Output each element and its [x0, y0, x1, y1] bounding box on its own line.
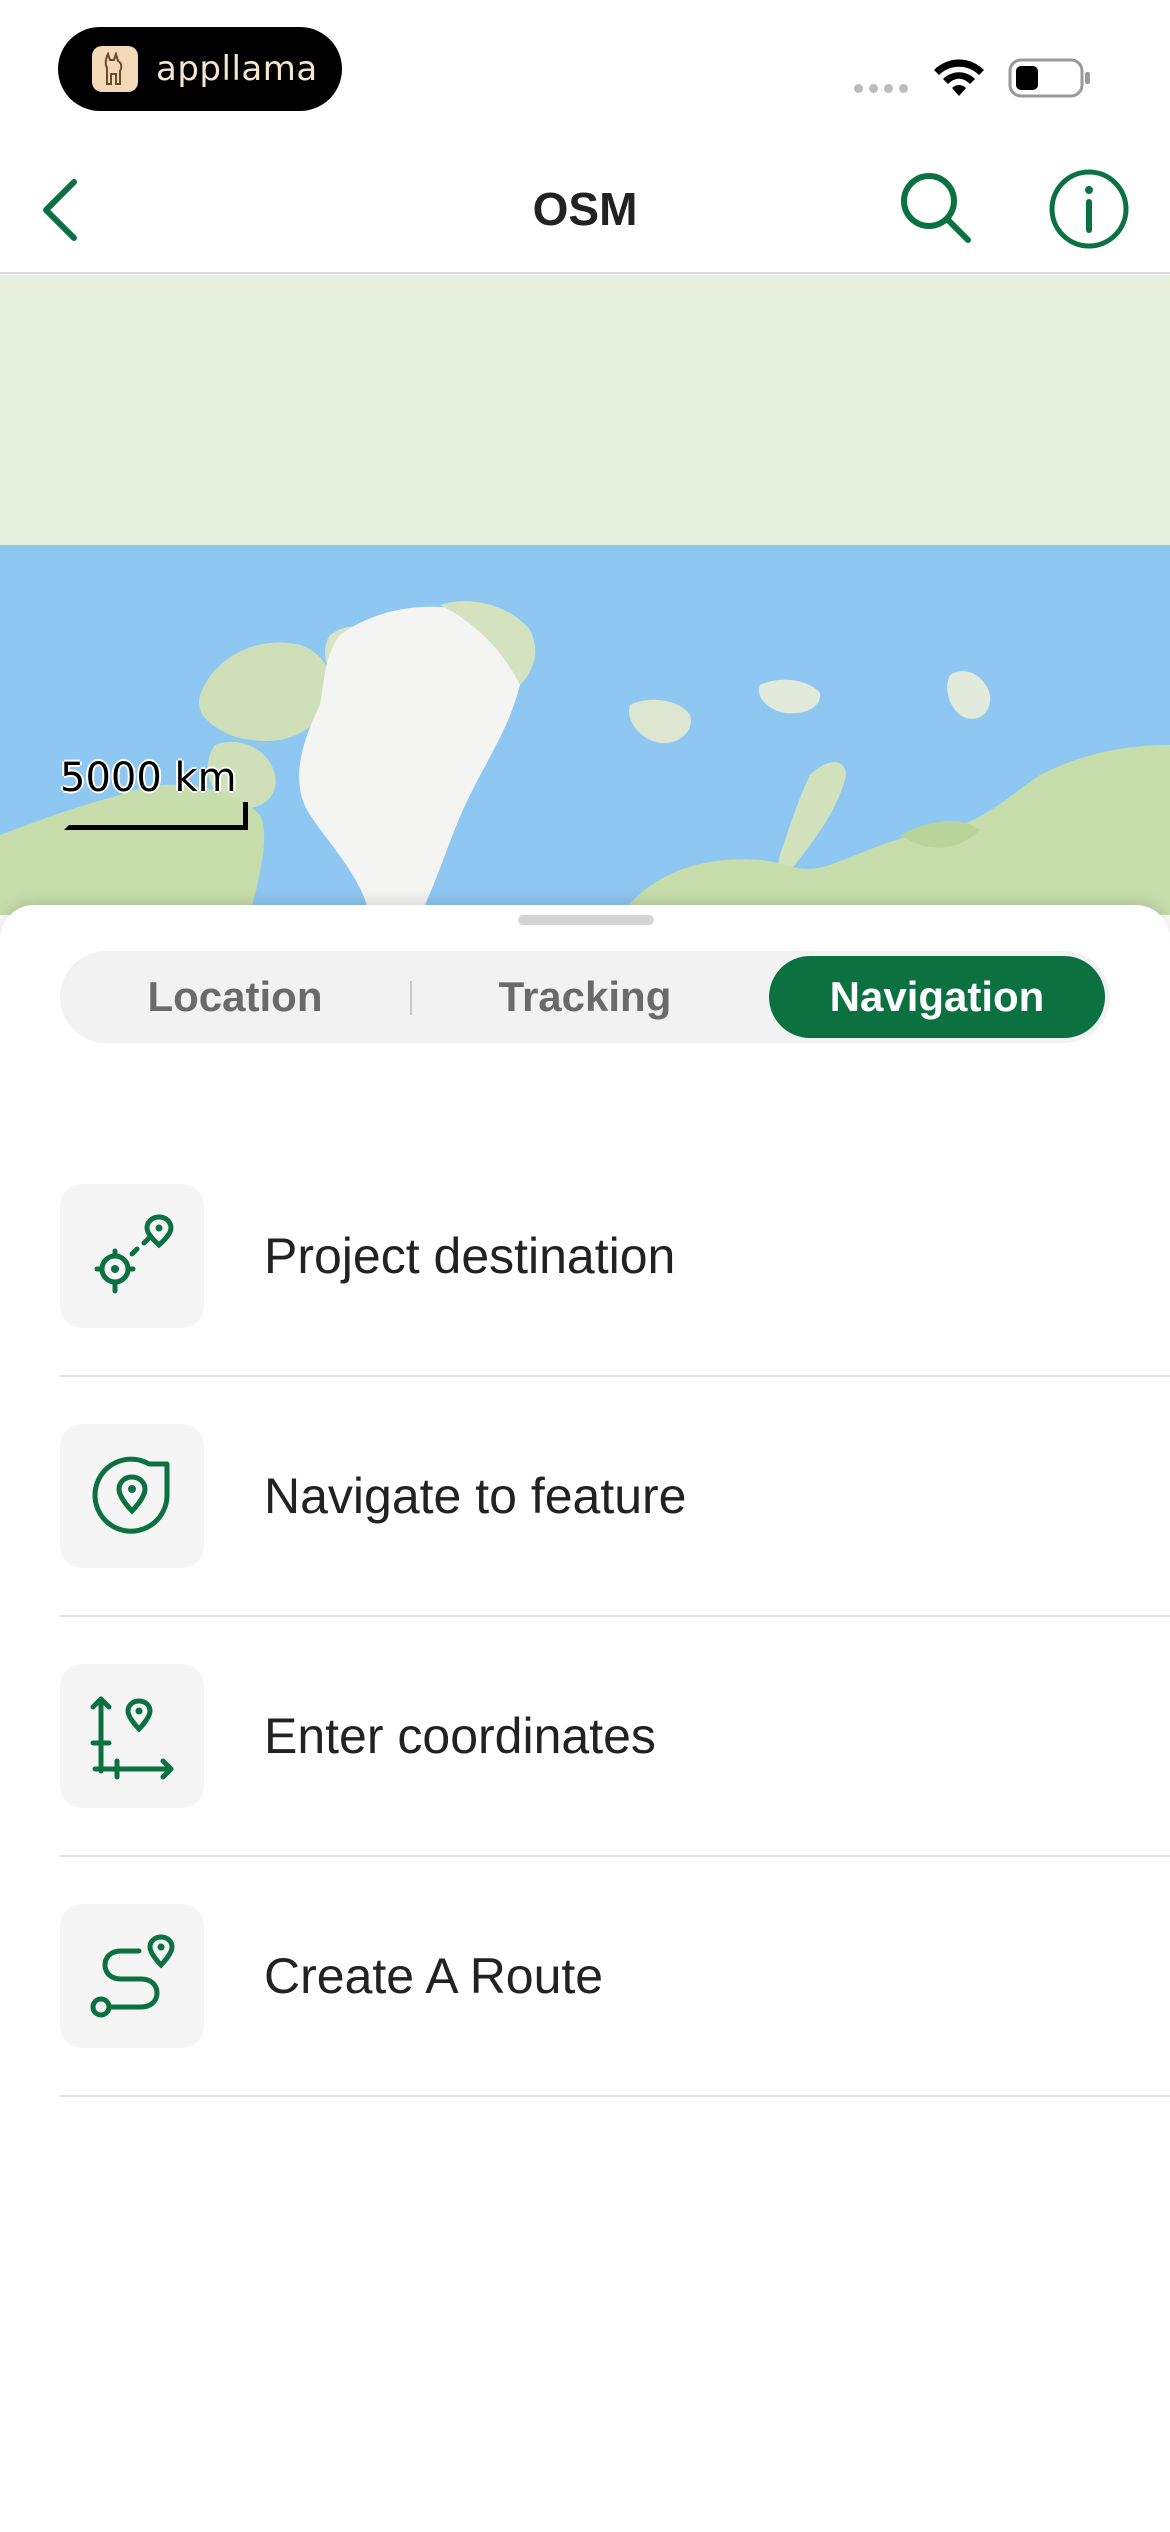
wifi-icon	[934, 59, 984, 96]
list-item-navigate-to-feature[interactable]: Navigate to feature	[60, 1377, 1170, 1617]
llama-logo-icon	[92, 46, 138, 92]
cellular-signal-icon	[854, 84, 908, 93]
tab-location[interactable]: Location	[60, 951, 410, 1043]
map-scale-bar	[64, 802, 248, 830]
search-icon[interactable]	[896, 168, 976, 248]
create-route-icon	[60, 1904, 204, 2048]
tab-navigation[interactable]: Navigation	[769, 956, 1105, 1038]
enter-coordinates-icon	[60, 1664, 204, 1808]
app-badge: appllama	[58, 27, 342, 111]
navigate-to-feature-icon	[60, 1424, 204, 1568]
list-item-create-route[interactable]: Create A Route	[60, 1857, 1170, 2097]
navigation-header: OSM	[0, 140, 1170, 274]
tab-tracking[interactable]: Tracking	[410, 951, 760, 1043]
project-destination-icon	[60, 1184, 204, 1328]
segmented-control: Location Tracking Navigation	[60, 951, 1110, 1043]
info-icon[interactable]	[1048, 168, 1130, 250]
list-item-label: Enter coordinates	[264, 1708, 656, 1764]
map-scale-label: 5000 km	[60, 755, 237, 801]
battery-icon	[1008, 58, 1090, 98]
sheet-grabber-handle[interactable]	[518, 915, 654, 925]
list-item-label: Project destination	[264, 1228, 676, 1284]
status-bar: appllama	[0, 0, 1170, 140]
list-item-label: Create A Route	[264, 1948, 604, 2004]
list-item-label: Navigate to feature	[264, 1468, 687, 1524]
navigation-options-list: Project destination Navigate to feature	[60, 1137, 1170, 2097]
page-title: OSM	[532, 183, 638, 235]
list-item-project-destination[interactable]: Project destination	[60, 1137, 1170, 1377]
list-item-enter-coordinates[interactable]: Enter coordinates	[60, 1617, 1170, 1857]
map-view[interactable]: 5000 km	[0, 275, 1170, 915]
app-name: appllama	[156, 49, 318, 89]
bottom-sheet: Location Tracking Navigation Project des…	[0, 905, 1170, 2532]
